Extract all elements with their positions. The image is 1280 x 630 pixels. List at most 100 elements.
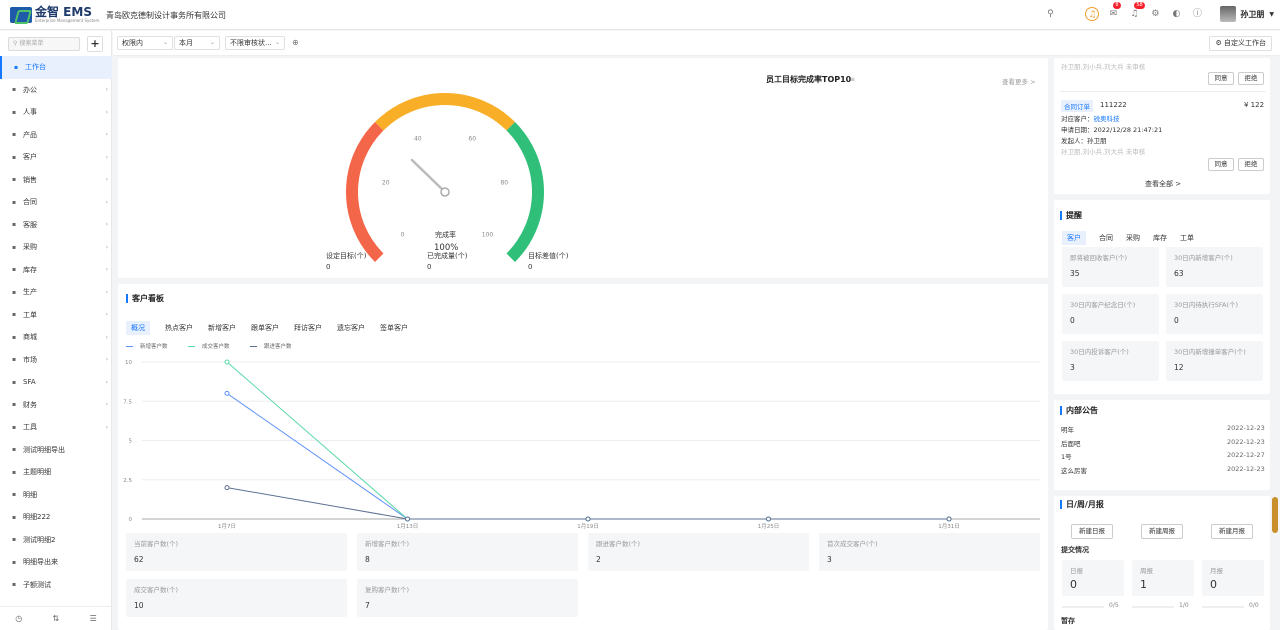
sidebar-item[interactable]: ▪ 主题明细 [0,461,112,484]
collapse-icon[interactable]: ☰ [90,614,97,623]
notice-item-title[interactable]: 后面吧 [1061,438,1081,448]
theme-icon[interactable]: ◐ [1169,7,1183,21]
sidebar-item[interactable]: ▪ 生产 › [0,281,112,304]
sidebar-item[interactable]: ▪ 明细222 [0,506,112,529]
sidebar-item[interactable]: ▪ 明细导出来 [0,551,112,574]
sidebar-item[interactable]: ▪ 客户 › [0,146,112,169]
series-point[interactable] [405,516,410,522]
sidebar-item-label: 市场 [23,355,37,364]
sidebar-item[interactable]: ▪ 人事 › [0,101,112,124]
customer-tab[interactable]: 概况 [126,321,150,335]
sidebar-item[interactable]: ▪ 库存 › [0,259,112,282]
customer-tab[interactable]: 新增客户 [208,321,236,335]
custom-workbench-button[interactable]: ⚙ 自定义工作台 [1209,36,1272,51]
stat-label: 30日内新增撞单客户(个) [1174,348,1246,356]
x-tick-label: 1月13日 [397,523,419,530]
agree-button[interactable]: 同意 [1208,72,1234,85]
reminder-stat-card[interactable]: 30日内投诉客户(个) 3 [1062,341,1159,381]
sort-icon[interactable]: ⇅ [53,614,60,623]
search-icon[interactable]: ⚲ [1043,7,1057,21]
chevron-down-icon[interactable]: ▼ [1269,11,1274,18]
reminder-tab[interactable]: 采购 [1126,231,1140,245]
sidebar-item[interactable]: ▪ 测试明细导出 [0,439,112,462]
sidebar-item[interactable]: ▪ 明细 [0,484,112,507]
sidebar-item[interactable]: ▪ 客服 › [0,214,112,237]
order-number[interactable]: 111222 [1100,101,1127,109]
customer-link[interactable]: 锐奥科技 [1094,115,1120,123]
stat-value: 2 [596,555,601,564]
reject-button-2[interactable]: 拒绝 [1238,158,1264,171]
message-icon[interactable]: ✉ 8 [1106,2,1121,21]
sidebar-item[interactable]: ▪ 办公 › [0,79,112,102]
reject-button[interactable]: 拒绝 [1238,72,1264,85]
sidebar-item[interactable]: ▪ 市场 › [0,349,112,372]
series-point[interactable] [224,359,230,365]
new-report-button[interactable]: 新建日报 [1071,524,1113,539]
period-select[interactable]: 本月 ⌄ [174,36,220,50]
report-stat-card[interactable]: 月报 0 [1202,560,1264,596]
audit-select[interactable]: 不限审核状... ⌄ [225,36,285,50]
history-icon[interactable]: ◷ [15,614,22,623]
reminder-tab[interactable]: 合同 [1099,231,1113,245]
sidebar-item[interactable]: ▪ SFA › [0,371,112,394]
username[interactable]: 孙卫朋 [1240,9,1264,20]
view-all-link[interactable]: 查看全部 > [1145,179,1181,189]
add-filter-icon[interactable]: ⊕ [292,38,299,47]
logo[interactable]: 金智 EMS Enterprise Management System [10,6,99,23]
series-point[interactable] [766,516,771,522]
page-scrollbar[interactable] [1272,497,1278,533]
series-point[interactable] [946,516,952,522]
report-stat-card[interactable]: 日报 0 [1062,560,1124,596]
settings-icon[interactable]: ⚙ [1148,7,1162,21]
bell-icon[interactable]: ♫ 58 [1127,2,1145,21]
sidebar-item[interactable]: ▪ 财务 › [0,394,112,417]
reminder-tab[interactable]: 库存 [1153,231,1167,245]
agree-button-2[interactable]: 同意 [1208,158,1234,171]
customer-stat-card[interactable]: 复购客户数(个) 7 [357,579,578,617]
sidebar-item[interactable]: ▪ 测试明细2 [0,529,112,552]
sound-icon[interactable]: ♫ [1085,7,1100,21]
customer-stat-card[interactable]: 成交客户数(个) 10 [126,579,347,617]
reminder-tab[interactable]: 客户 [1062,231,1086,245]
reminder-stat-card[interactable]: 即将被回收客户(个) 35 [1062,247,1159,287]
sidebar-item[interactable]: ▪ 商城 › [0,326,112,349]
customer-tab[interactable]: 热点客户 [165,321,193,335]
new-report-button[interactable]: 新建周报 [1141,524,1183,539]
sidebar-item[interactable]: ▪ 工具 › [0,416,112,439]
customer-stat-card[interactable]: 新增客户数(个) 8 [357,533,578,571]
notice-item-title[interactable]: 1号 [1061,451,1072,461]
customer-tab[interactable]: 拜访客户 [294,321,322,335]
scope-select[interactable]: 权限内 ⌄ [117,36,173,50]
series-point[interactable] [224,485,230,491]
customer-tab[interactable]: 跟单客户 [251,321,279,335]
sidebar-item[interactable]: ▪ 采购 › [0,236,112,259]
notice-item-title[interactable]: 这么厉害 [1061,465,1087,475]
reminder-stat-card[interactable]: 30日内新增撞单客户(个) 12 [1166,341,1263,381]
customer-stat-card[interactable]: 首次成交客户(个) 3 [819,533,1040,571]
add-button[interactable]: + [87,36,103,52]
report-stat-card[interactable]: 周报 1 [1132,560,1194,596]
help-icon[interactable]: ⓘ [1190,7,1204,21]
sidebar-item[interactable]: ▪ 工单 › [0,304,112,327]
series-point[interactable] [224,390,230,396]
reminder-stat-card[interactable]: 30日内待执行SFA(个) 0 [1166,294,1263,334]
stat-value: 3 [1070,363,1075,372]
sidebar-item[interactable]: ▪ 工作台 [0,56,112,79]
sidebar-item[interactable]: ▪ 子额测试 [0,574,112,597]
menu-search-input[interactable]: ⚲ 搜索菜单 [8,37,80,51]
new-report-button[interactable]: 新建月报 [1211,524,1253,539]
sidebar-item[interactable]: ▪ 产品 › [0,124,112,147]
reminder-stat-card[interactable]: 30日内客户纪念日(个) 0 [1062,294,1159,334]
notice-item-title[interactable]: 明年 [1061,424,1074,434]
stat-value: 63 [1174,269,1184,278]
reminder-tab[interactable]: 工单 [1180,231,1194,245]
sidebar-item[interactable]: ▪ 销售 › [0,169,112,192]
customer-tab[interactable]: 签单客户 [380,321,408,335]
customer-tab[interactable]: 遗忘客户 [337,321,365,335]
sidebar-item[interactable]: ▪ 合同 › [0,191,112,214]
series-point[interactable] [585,516,591,522]
avatar[interactable] [1220,6,1237,22]
customer-stat-card[interactable]: 跟进客户数(个) 2 [588,533,809,571]
customer-stat-card[interactable]: 当前客户数(个) 62 [126,533,347,571]
reminder-stat-card[interactable]: 30日内新增客户(个) 63 [1166,247,1263,287]
